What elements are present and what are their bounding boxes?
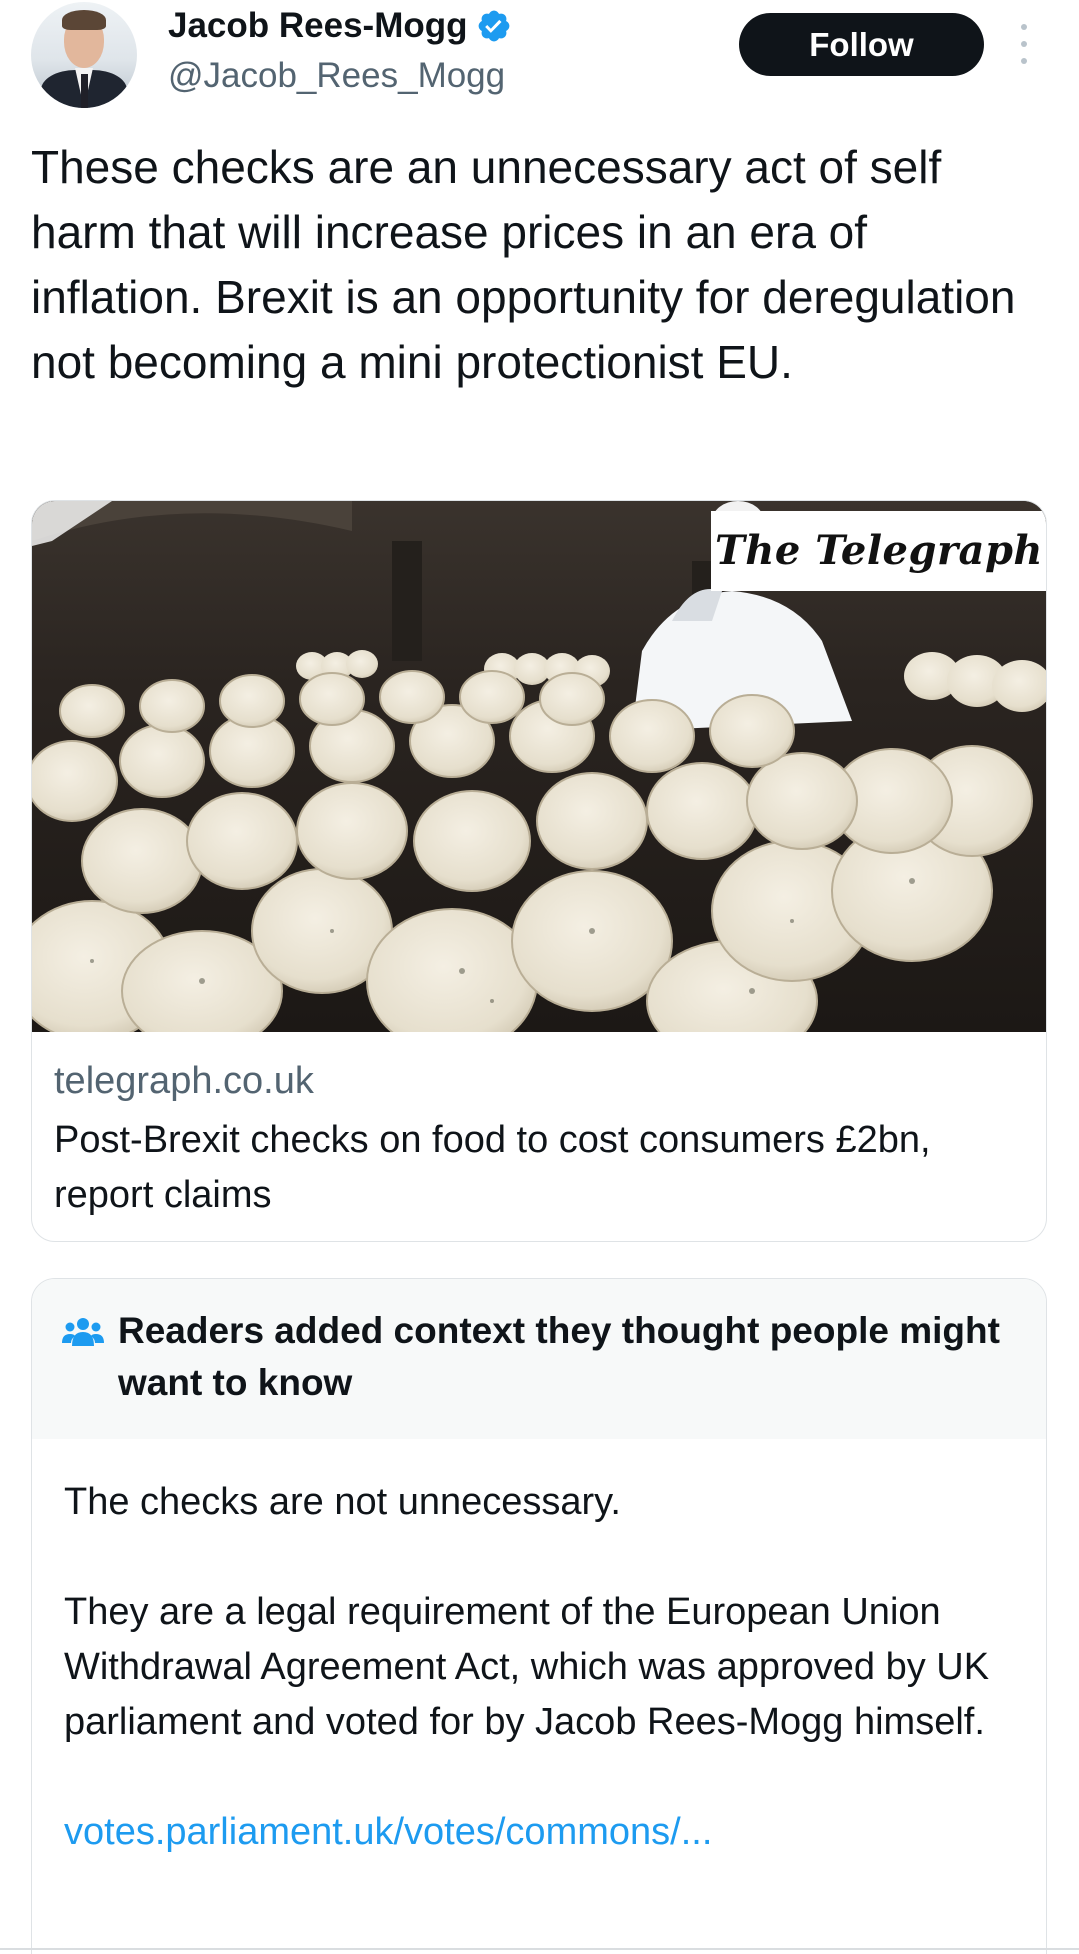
community-note: Readers added context they thought peopl… xyxy=(31,1278,1047,1954)
avatar[interactable] xyxy=(31,2,137,108)
divider xyxy=(0,1948,1079,1950)
verified-badge-icon xyxy=(478,10,509,42)
card-title[interactable]: Post-Brexit checks on food to cost consu… xyxy=(54,1113,1024,1223)
author-name[interactable]: Jacob Rees-Mogg xyxy=(168,4,468,48)
community-note-paragraph: They are a legal requirement of the Euro… xyxy=(64,1591,990,1743)
link-card[interactable]: The Telegraph telegraph.co.uk Post-Brexi… xyxy=(31,500,1047,1242)
community-note-title: Readers added context they thought peopl… xyxy=(118,1310,1000,1403)
community-note-header[interactable]: Readers added context they thought peopl… xyxy=(32,1279,1046,1439)
people-icon xyxy=(62,1318,104,1346)
community-note-source-link[interactable]: votes.parliament.uk/votes/commons/... xyxy=(64,1805,1024,1860)
community-note-body: The checks are not unnecessary. They are… xyxy=(64,1475,1024,1860)
tweet-header: Jacob Rees-Mogg @Jacob_Rees_Mogg Follow xyxy=(0,0,1079,120)
author-handle[interactable]: @Jacob_Rees_Mogg xyxy=(168,54,505,98)
more-vertical-icon[interactable] xyxy=(1018,24,1030,64)
follow-button[interactable]: Follow xyxy=(739,13,984,76)
tweet-text: These checks are an unnecessary act of s… xyxy=(31,141,1016,388)
author-name-row[interactable]: Jacob Rees-Mogg xyxy=(168,4,512,48)
telegraph-masthead: The Telegraph xyxy=(711,511,1046,591)
card-domain[interactable]: telegraph.co.uk xyxy=(54,1057,314,1105)
card-image[interactable]: The Telegraph xyxy=(32,501,1046,1032)
community-note-line1: The checks are not unnecessary. xyxy=(64,1481,621,1523)
